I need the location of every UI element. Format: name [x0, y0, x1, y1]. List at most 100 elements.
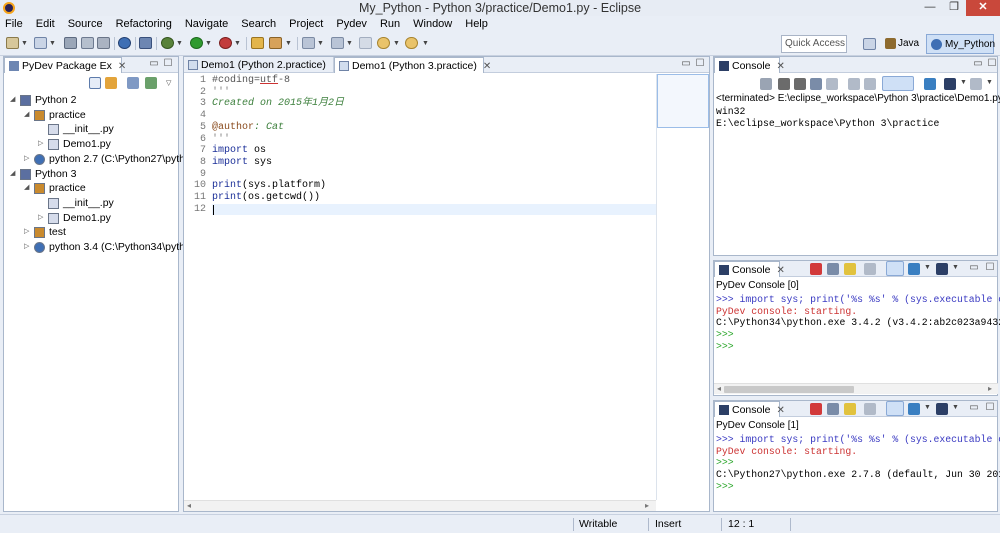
- chevron-down-icon[interactable]: ▼: [986, 79, 993, 86]
- chevron-down-icon[interactable]: ▼: [952, 264, 959, 271]
- menu-run[interactable]: Run: [380, 16, 400, 32]
- minimize-view-icon[interactable]: ▭: [968, 263, 980, 274]
- new-icon[interactable]: [6, 37, 19, 49]
- pin-console-icon[interactable]: [886, 401, 904, 416]
- maximize-view-icon[interactable]: ☐: [162, 59, 174, 70]
- maximize-view-icon[interactable]: ☐: [984, 263, 996, 274]
- save-icon[interactable]: [827, 403, 839, 415]
- tab-console-3[interactable]: Console ✕: [714, 401, 785, 417]
- display-console-icon[interactable]: [908, 403, 920, 415]
- chevron-down-icon[interactable]: ▼: [960, 79, 967, 86]
- save-icon[interactable]: [827, 263, 839, 275]
- scroll-lock-icon[interactable]: [826, 78, 838, 90]
- pin-console-icon[interactable]: [886, 261, 904, 276]
- external-tools-icon[interactable]: [219, 37, 232, 49]
- chevron-down-icon[interactable]: ▼: [234, 40, 241, 47]
- scrollbar-thumb[interactable]: [724, 386, 854, 393]
- save-icon[interactable]: [64, 37, 77, 49]
- minimize-view-icon[interactable]: ▭: [972, 59, 984, 70]
- chevron-down-icon[interactable]: ▼: [924, 264, 931, 271]
- forward-arrow-icon[interactable]: [405, 37, 418, 49]
- collapsed-arrow-icon[interactable]: ▷: [24, 225, 32, 239]
- chevron-down-icon[interactable]: ▼: [49, 40, 56, 47]
- debug-icon[interactable]: [161, 37, 174, 49]
- maximize-button[interactable]: ❐: [942, 0, 966, 16]
- open-console-icon[interactable]: [936, 403, 948, 415]
- terminate-icon[interactable]: [810, 263, 822, 275]
- open-type-icon[interactable]: [34, 37, 47, 49]
- pydev-icon[interactable]: [118, 37, 131, 49]
- view-menu-icon[interactable]: ▽: [166, 79, 171, 87]
- chevron-down-icon[interactable]: ▼: [346, 40, 353, 47]
- show-console-icon[interactable]: [864, 78, 876, 90]
- chevron-down-icon[interactable]: ▼: [176, 40, 183, 47]
- clear-console-icon[interactable]: [810, 78, 822, 90]
- menu-file[interactable]: File: [5, 16, 23, 32]
- word-wrap-icon[interactable]: [848, 78, 860, 90]
- perspective-my-python[interactable]: My_Python: [926, 34, 995, 54]
- close-icon[interactable]: ✕: [777, 61, 785, 72]
- code-line[interactable]: @author: Cat: [212, 122, 284, 134]
- minimize-view-icon[interactable]: ▭: [148, 59, 160, 70]
- chevron-down-icon[interactable]: ▼: [924, 404, 931, 411]
- code-line[interactable]: Created on 2015年1月2日: [212, 98, 344, 110]
- remove-launch-icon[interactable]: [778, 78, 790, 90]
- new-console-icon[interactable]: [970, 78, 982, 90]
- menu-window[interactable]: Window: [413, 16, 452, 32]
- minimize-view-icon[interactable]: ▭: [968, 403, 980, 414]
- editor-horizontal-scrollbar[interactable]: ◂ ▸: [184, 500, 656, 511]
- back-arrow-icon[interactable]: [377, 37, 390, 49]
- chevron-down-icon[interactable]: ▼: [393, 40, 400, 47]
- chevron-down-icon[interactable]: ▼: [21, 40, 28, 47]
- menu-search[interactable]: Search: [241, 16, 276, 32]
- close-icon[interactable]: ✕: [777, 265, 785, 276]
- menu-project[interactable]: Project: [289, 16, 323, 32]
- chevron-down-icon[interactable]: ▼: [285, 40, 292, 47]
- close-icon[interactable]: ✕: [777, 405, 785, 416]
- menu-pydev[interactable]: Pydev: [336, 16, 367, 32]
- clear-console-icon[interactable]: [844, 403, 856, 415]
- chevron-down-icon[interactable]: ▼: [422, 40, 429, 47]
- maximize-editor-icon[interactable]: ☐: [694, 59, 706, 70]
- terminate-icon[interactable]: [810, 403, 822, 415]
- quick-access-input[interactable]: Quick Access: [781, 35, 847, 53]
- perspective-java[interactable]: Java: [882, 34, 923, 54]
- code-line[interactable]: ''': [212, 87, 230, 99]
- remove-all-icon[interactable]: [794, 78, 806, 90]
- collapsed-arrow-icon[interactable]: ▷: [38, 211, 46, 225]
- open-console-icon[interactable]: [944, 78, 956, 90]
- tab-console-2[interactable]: Console ✕: [714, 261, 785, 277]
- collapse-all-icon[interactable]: [89, 77, 101, 89]
- collapsed-arrow-icon[interactable]: ▷: [24, 152, 32, 166]
- chevron-down-icon[interactable]: ▼: [317, 40, 324, 47]
- next-annotation-icon[interactable]: [302, 37, 315, 49]
- filter-icon[interactable]: [145, 77, 157, 89]
- code-line[interactable]: import sys: [212, 157, 272, 169]
- code-line[interactable]: #coding=utf-8: [212, 75, 290, 87]
- maximize-view-icon[interactable]: ☐: [984, 403, 996, 414]
- previous-annotation-icon[interactable]: [331, 37, 344, 49]
- collapsed-arrow-icon[interactable]: ▷: [24, 240, 32, 254]
- display-console-icon[interactable]: [924, 78, 936, 90]
- close-icon[interactable]: ✕: [483, 61, 491, 72]
- menu-source[interactable]: Source: [68, 16, 103, 32]
- minimize-button[interactable]: —: [918, 0, 942, 16]
- console-horizontal-scrollbar[interactable]: ◂ ▸: [714, 383, 998, 394]
- menu-navigate[interactable]: Navigate: [185, 16, 228, 32]
- code-line[interactable]: [212, 203, 656, 216]
- scroll-lock-icon[interactable]: [864, 403, 876, 415]
- code-line[interactable]: import os: [212, 145, 266, 157]
- run-icon[interactable]: [190, 37, 203, 49]
- code-line[interactable]: print(sys.platform): [212, 180, 326, 192]
- code-line[interactable]: ''': [212, 134, 230, 146]
- maximize-view-icon[interactable]: ☐: [986, 59, 998, 70]
- pydev-package-icon[interactable]: [139, 37, 152, 49]
- expanded-arrow-icon[interactable]: ◢: [24, 181, 32, 195]
- menu-refactoring[interactable]: Refactoring: [116, 16, 172, 32]
- code-line[interactable]: print(os.getcwd()): [212, 192, 320, 204]
- menu-help[interactable]: Help: [465, 16, 488, 32]
- close-icon[interactable]: ✕: [118, 61, 126, 72]
- tab-demo1-python2[interactable]: Demo1 (Python 2.practice): [184, 57, 334, 73]
- open-folder-icon[interactable]: [251, 37, 264, 49]
- print-icon[interactable]: [97, 37, 110, 49]
